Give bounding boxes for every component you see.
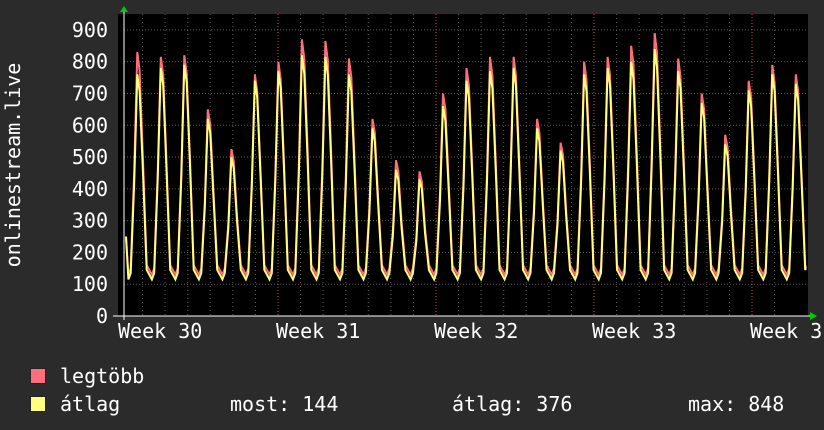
legend-item-atlag: átlag (30, 392, 120, 416)
stat-avg: átlag: 376 (452, 392, 573, 416)
legend-swatch-atlag (30, 396, 46, 412)
legend-item-legtobb: legtöbb (30, 364, 144, 388)
y-axis-label: onlinestream.live (1, 63, 25, 268)
y-tick-label: 500 (72, 145, 108, 169)
y-tick-labels: 0 100 200 300 400 500 600 700 800 900 (72, 18, 108, 328)
y-tick-label: 800 (72, 50, 108, 74)
chart-canvas: 0 100 200 300 400 500 600 700 800 900 Week 30 Week… (0, 0, 824, 430)
stat-max: max: 848 (688, 392, 785, 416)
x-tick-label: Week 30 (118, 319, 202, 343)
x-tick-label: Week 32 (434, 319, 518, 343)
y-tick-label: 400 (72, 177, 108, 201)
x-tick-label: Week 3 (750, 319, 822, 343)
y-tick-label: 100 (72, 272, 108, 296)
stat-now: most: 144 (230, 392, 339, 416)
x-tick-label: Week 31 (276, 319, 360, 343)
y-tick-label: 0 (96, 304, 108, 328)
y-tick-label: 200 (72, 240, 108, 264)
y-tick-label: 600 (72, 113, 108, 137)
x-tick-label: Week 33 (592, 319, 676, 343)
y-tick-label: 900 (72, 18, 108, 42)
x-tick-labels: Week 30 Week 31 Week 32 Week 33 Week 3 (118, 319, 822, 343)
legend-label: legtöbb (60, 364, 145, 388)
y-tick-label: 700 (72, 81, 108, 105)
y-tick-label: 300 (72, 209, 108, 233)
legend-label: átlag (60, 392, 121, 416)
line-chart: 0100200300400500600700800900 Week 30 Week… (1, 6, 822, 343)
legend-swatch-legtobb (30, 368, 46, 384)
y-axis-arrow-icon (120, 6, 128, 12)
